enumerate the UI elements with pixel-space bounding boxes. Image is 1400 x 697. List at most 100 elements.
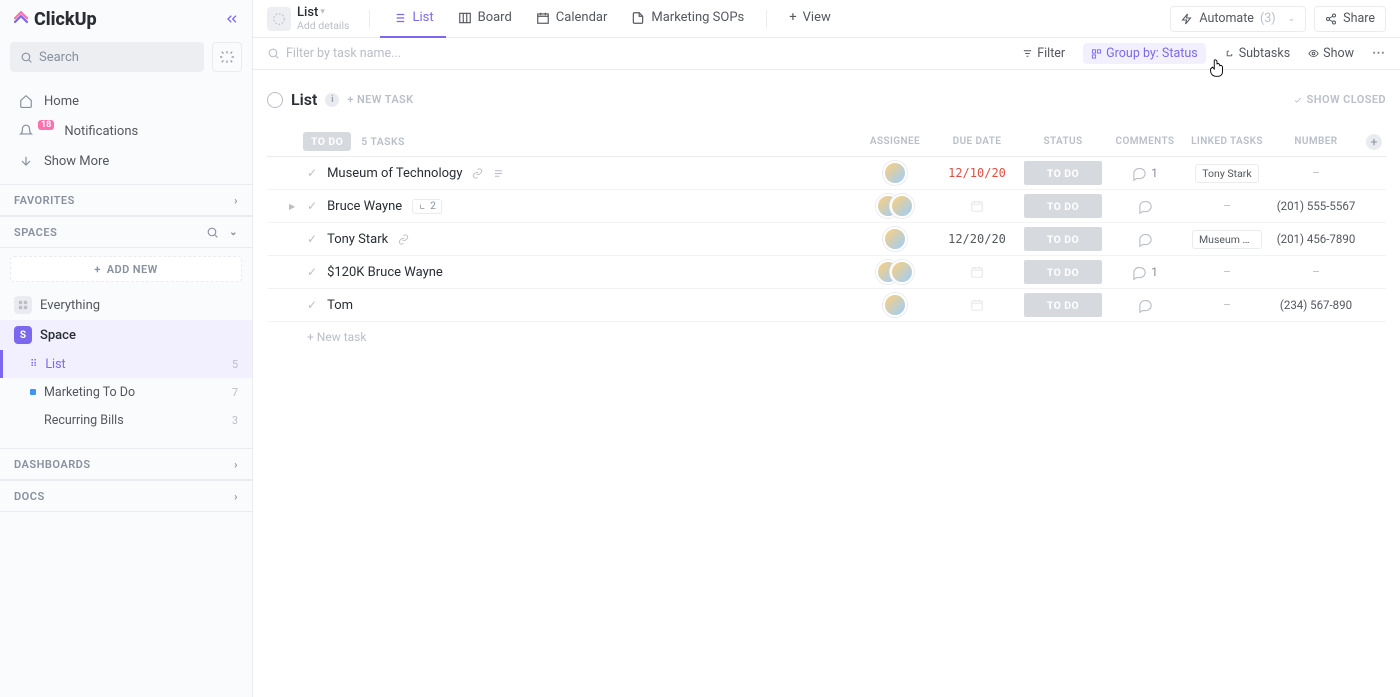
docs-header[interactable]: DOCS › <box>0 480 252 512</box>
assignee-cell[interactable] <box>856 227 934 251</box>
show-button[interactable]: Show <box>1308 46 1354 61</box>
expand-caret-icon[interactable]: ▶ <box>289 202 297 211</box>
number-cell[interactable]: – <box>1270 265 1362 279</box>
due-date-cell[interactable] <box>934 265 1020 279</box>
status-cell[interactable]: TO DO <box>1020 293 1106 317</box>
new-task-row[interactable]: + New task <box>267 322 1386 344</box>
location-icon[interactable] <box>267 7 291 31</box>
share-icon <box>1325 13 1337 25</box>
add-view-button[interactable]: +View <box>777 0 843 38</box>
due-date-cell[interactable] <box>934 298 1020 312</box>
task-row[interactable]: ✓ Tom TO DO –(234) 567-890 <box>267 289 1386 322</box>
status-cell[interactable]: TO DO <box>1020 161 1106 185</box>
nav-notifications[interactable]: 18 Notifications <box>10 116 242 146</box>
task-row[interactable]: ✓$120K Bruce WayneTO DO1–– <box>267 256 1386 289</box>
task-title[interactable]: Tom <box>327 298 353 313</box>
grid-icon <box>14 296 32 314</box>
comments-cell[interactable] <box>1106 199 1184 214</box>
status-cell[interactable]: TO DO <box>1020 227 1106 251</box>
select-all-icon[interactable] <box>281 136 293 148</box>
check-icon[interactable]: ✓ <box>307 199 317 213</box>
col-comments[interactable]: COMMENTS <box>1106 136 1184 147</box>
task-row[interactable]: ✓ Museum of Technology 12/10/20TO DO1Tony … <box>267 157 1386 190</box>
notif-badge: 18 <box>38 120 54 130</box>
number-cell[interactable]: (234) 567-890 <box>1270 298 1362 312</box>
more-button[interactable]: ⋯ <box>1372 46 1386 61</box>
comments-cell[interactable] <box>1106 298 1184 313</box>
view-tab-board[interactable]: Board <box>446 0 524 38</box>
col-assignee[interactable]: ASSIGNEE <box>856 136 934 147</box>
col-linked[interactable]: LINKED TASKS <box>1184 136 1270 147</box>
space-icon: S <box>14 326 32 344</box>
view-tab-marketing-sops[interactable]: Marketing SOPs <box>619 0 756 38</box>
linked-cell[interactable]: – <box>1184 199 1270 213</box>
task-title[interactable]: Museum of Technology <box>327 166 462 181</box>
show-closed-button[interactable]: SHOW CLOSED <box>1293 93 1386 106</box>
spaces-header[interactable]: SPACES ⌄ <box>0 216 252 248</box>
space-everything[interactable]: Everything <box>0 290 252 320</box>
share-button[interactable]: Share <box>1314 6 1386 32</box>
search-icon[interactable] <box>206 226 219 239</box>
comments-cell[interactable]: 1 <box>1106 166 1184 181</box>
plus-icon: + <box>789 10 796 25</box>
number-cell[interactable]: (201) 456-7890 <box>1270 232 1362 246</box>
collapse-sidebar-icon[interactable] <box>224 11 240 27</box>
number-cell[interactable]: – <box>1270 166 1362 180</box>
subtask-chip[interactable]: 2 <box>412 199 442 214</box>
linked-cell[interactable]: Tony Stark <box>1184 164 1270 183</box>
view-tab-calendar[interactable]: Calendar <box>524 0 620 38</box>
nav-home[interactable]: Home <box>10 86 242 116</box>
linked-cell[interactable]: – <box>1184 298 1270 312</box>
dashboards-header[interactable]: DASHBOARDS › <box>0 448 252 480</box>
col-status[interactable]: STATUS <box>1020 136 1106 147</box>
location-subtitle[interactable]: Add details <box>297 20 349 32</box>
view-tab-list[interactable]: List <box>380 0 445 38</box>
sidebar-list-item[interactable]: ⠿List5 <box>0 350 252 378</box>
status-cell[interactable]: TO DO <box>1020 194 1106 218</box>
task-title[interactable]: $120K Bruce Wayne <box>327 265 443 280</box>
col-due[interactable]: DUE DATE <box>934 136 1020 147</box>
check-icon[interactable]: ✓ <box>307 232 317 246</box>
nav-show-more[interactable]: Show More <box>10 146 242 176</box>
sidebar-search[interactable]: Search <box>10 42 204 72</box>
task-title[interactable]: Tony Stark <box>327 232 388 247</box>
sidebar-list-item[interactable]: Recurring Bills3 <box>0 406 252 434</box>
linked-cell[interactable]: Museum of … <box>1184 230 1270 249</box>
due-date-cell[interactable]: 12/10/20 <box>934 166 1020 180</box>
due-date-cell[interactable] <box>934 199 1020 213</box>
number-cell[interactable]: (201) 555-5567 <box>1270 199 1362 213</box>
location-title[interactable]: List ▾ <box>297 6 349 20</box>
check-icon[interactable]: ✓ <box>307 265 317 279</box>
sidebar-list-item[interactable]: Marketing To Do7 <box>0 378 252 406</box>
add-column-button[interactable]: + <box>1366 134 1382 150</box>
comments-cell[interactable]: 1 <box>1106 265 1184 280</box>
assignee-cell[interactable] <box>856 161 934 185</box>
task-row[interactable]: ▶ ✓ Bruce Wayne 2 TO DO –(201) 555-5567 <box>267 190 1386 223</box>
automate-button[interactable]: Automate (3) ⌄ <box>1170 6 1306 32</box>
brand-logo[interactable]: ClickUp <box>12 9 97 30</box>
task-title[interactable]: Bruce Wayne <box>327 199 402 214</box>
check-icon[interactable]: ✓ <box>307 298 317 312</box>
group-status-pill[interactable]: TO DO <box>303 132 351 151</box>
space-item[interactable]: S Space <box>0 320 252 350</box>
new-task-button[interactable]: + NEW TASK <box>347 93 413 106</box>
add-new-space-button[interactable]: + ADD NEW <box>10 256 242 282</box>
due-date-cell[interactable]: 12/20/20 <box>934 232 1020 246</box>
group-by-button[interactable]: Group by: Status <box>1083 43 1206 64</box>
assignee-cell[interactable] <box>856 260 934 284</box>
subtasks-button[interactable]: Subtasks <box>1224 46 1290 61</box>
filter-button[interactable]: Filter <box>1022 46 1065 61</box>
assignee-cell[interactable] <box>856 293 934 317</box>
ai-button[interactable] <box>212 42 242 72</box>
status-cell[interactable]: TO DO <box>1020 260 1106 284</box>
filter-input[interactable]: Filter by task name... <box>267 46 1004 61</box>
comments-cell[interactable] <box>1106 232 1184 247</box>
check-icon[interactable]: ✓ <box>307 166 317 180</box>
task-row[interactable]: ✓ Tony Stark 12/20/20TO DO Museum of …(201)… <box>267 223 1386 256</box>
chevron-right-icon: › <box>234 490 238 503</box>
linked-cell[interactable]: – <box>1184 265 1270 279</box>
col-number[interactable]: NUMBER <box>1270 136 1362 147</box>
info-icon[interactable]: i <box>325 93 339 107</box>
assignee-cell[interactable] <box>856 194 934 218</box>
favorites-header[interactable]: FAVORITES › <box>0 184 252 216</box>
